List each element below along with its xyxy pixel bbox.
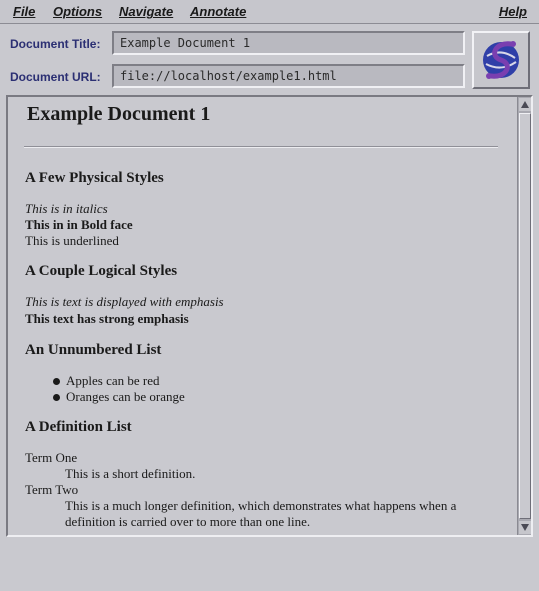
menu-options[interactable]: Options xyxy=(53,4,102,19)
document-url-field[interactable]: file://localhost/example1.html xyxy=(112,64,465,88)
scrollbar-thumb[interactable] xyxy=(519,113,531,519)
emphasis-text: This is text is displayed with emphasis xyxy=(25,294,224,309)
menu-file[interactable]: File xyxy=(13,4,35,19)
bold-text: This in in Bold face xyxy=(25,217,133,232)
section-heading-unnumbered: An Unnumbered List xyxy=(25,342,162,358)
document-title-label: Document Title: xyxy=(10,37,101,51)
definition-term: Term One xyxy=(25,450,78,465)
bullet-icon xyxy=(53,378,60,385)
menu-navigate[interactable]: Navigate xyxy=(119,4,173,19)
bullet-icon xyxy=(53,394,60,401)
menu-annotate[interactable]: Annotate xyxy=(190,4,246,19)
section-heading-physical: A Few Physical Styles xyxy=(25,170,164,186)
definition-term: Term Two xyxy=(25,482,79,497)
list-item-text: Apples can be red xyxy=(66,373,160,388)
definition-description: This is a much longer definition, which … xyxy=(65,498,457,529)
underlined-text: This is underlined xyxy=(25,233,119,248)
menu-bar: File Options Navigate Annotate Help xyxy=(0,0,539,24)
document-heading: Example Document 1 xyxy=(27,103,211,125)
italic-text: This is in italics xyxy=(25,201,108,216)
home-logo-button[interactable] xyxy=(472,31,530,89)
section-heading-logical: A Couple Logical Styles xyxy=(25,263,178,279)
document-viewer: Example Document 1 A Few Physical Styles… xyxy=(6,95,533,537)
mosaic-globe-icon xyxy=(483,41,519,79)
menu-help[interactable]: Help xyxy=(499,4,527,19)
scroll-up-arrow-icon[interactable] xyxy=(519,98,531,111)
section-heading-definition: A Definition List xyxy=(25,419,132,435)
horizontal-rule xyxy=(24,146,498,148)
strong-text: This text has strong emphasis xyxy=(25,311,189,326)
list-item-text: Oranges can be orange xyxy=(66,389,185,404)
status-area xyxy=(0,545,539,591)
document-url-label: Document URL: xyxy=(10,70,101,84)
scroll-down-arrow-icon[interactable] xyxy=(519,521,531,534)
vertical-scrollbar[interactable] xyxy=(517,97,531,535)
document-content: Example Document 1 A Few Physical Styles… xyxy=(8,97,517,535)
definition-description: This is a short definition. xyxy=(65,466,196,481)
document-title-field[interactable]: Example Document 1 xyxy=(112,31,465,55)
